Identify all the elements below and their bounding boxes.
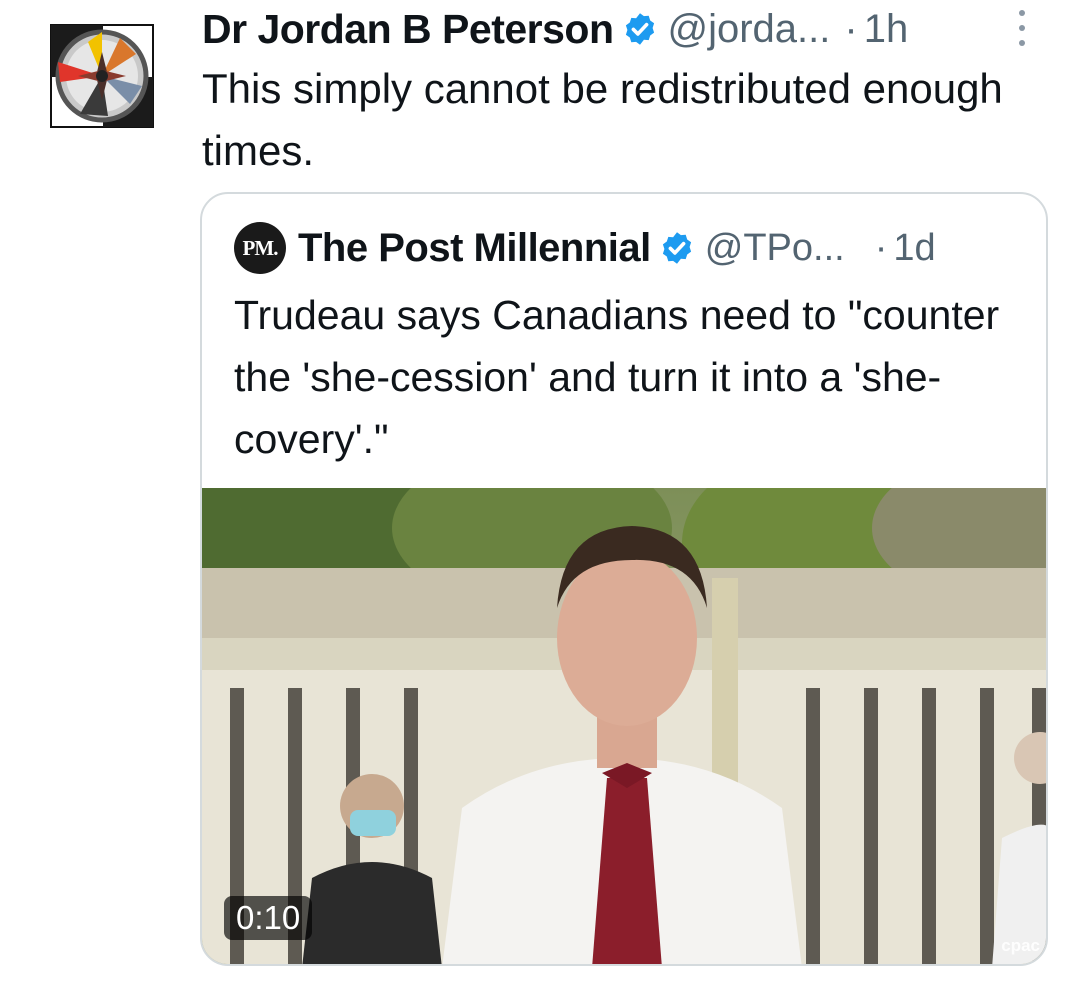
- author-name[interactable]: Dr Jordan B Peterson: [202, 6, 614, 53]
- quoted-tweet-card[interactable]: PM. The Post Millennial @TPo... · 1d Tru…: [200, 192, 1048, 966]
- quoted-author-handle[interactable]: @TPo...: [705, 227, 845, 270]
- broadcaster-watermark: cpac: [1001, 936, 1040, 955]
- video-frame-image: [202, 488, 1046, 964]
- separator-dot: ·: [874, 226, 888, 269]
- quoted-tweet-timestamp[interactable]: 1d: [893, 227, 935, 270]
- more-vertical-icon[interactable]: [1016, 10, 1028, 46]
- verified-badge-icon: [622, 11, 658, 47]
- author-avatar[interactable]: [50, 24, 154, 128]
- quoted-author-avatar[interactable]: PM.: [234, 222, 286, 274]
- video-thumbnail[interactable]: 0:10 cpac: [202, 488, 1046, 964]
- quoted-tweet-header: PM. The Post Millennial @TPo... · 1d: [234, 222, 1024, 274]
- compass-emblem-icon: [50, 24, 154, 128]
- quoted-tweet-text: Trudeau says Canadians need to "counter …: [234, 292, 1000, 462]
- tweet-timestamp[interactable]: 1h: [864, 7, 909, 52]
- tweet-header: Dr Jordan B Peterson @jorda... · 1h: [202, 4, 1042, 54]
- separator-dot: ·: [844, 6, 858, 51]
- verified-badge-icon: [659, 230, 695, 266]
- tweet-text: This simply cannot be redistributed enou…: [202, 65, 1003, 174]
- video-duration: 0:10: [224, 896, 313, 940]
- author-handle[interactable]: @jorda...: [668, 7, 831, 52]
- quoted-author-name[interactable]: The Post Millennial: [298, 226, 651, 271]
